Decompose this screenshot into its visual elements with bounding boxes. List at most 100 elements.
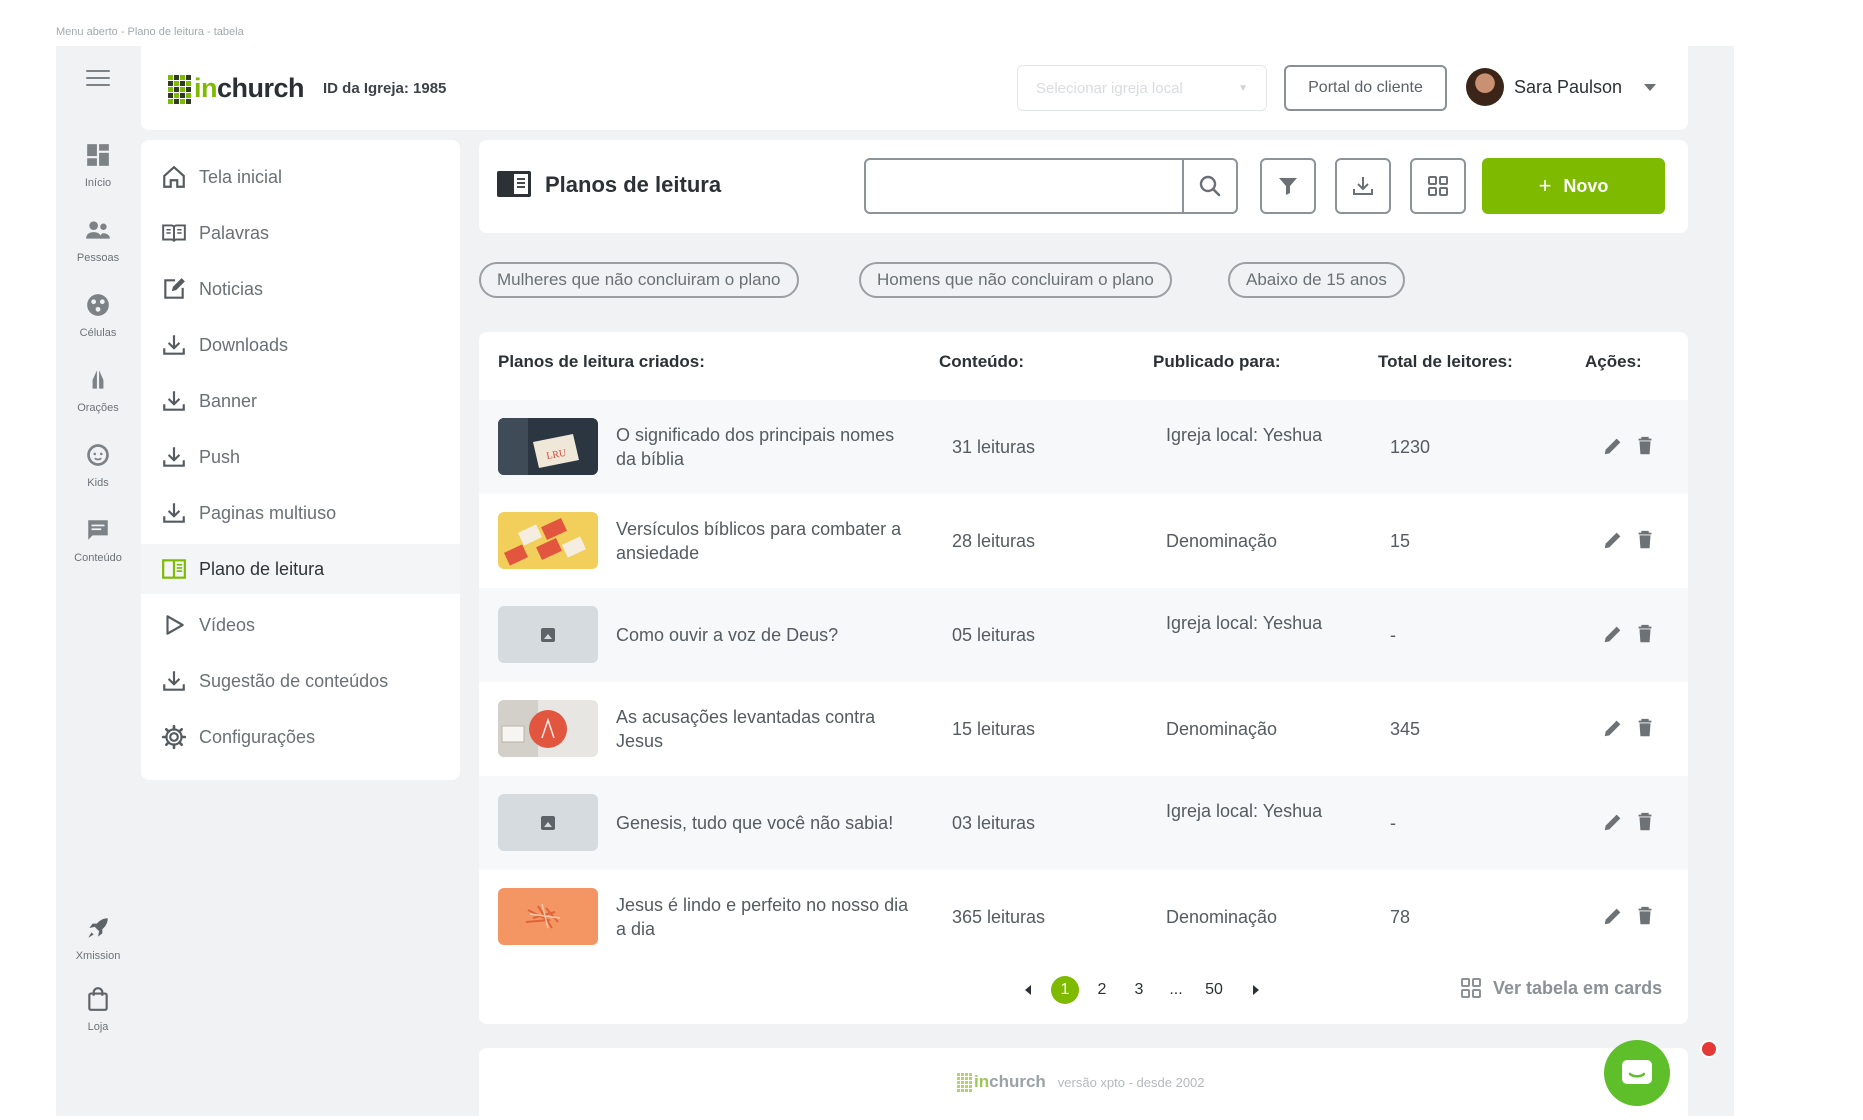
next-page-icon[interactable] [1253,985,1259,995]
view-as-cards-link[interactable]: Ver tabela em cards [1459,976,1662,1000]
new-plan-button[interactable]: + Novo [1482,158,1665,214]
plan-thumbnail-placeholder [498,606,598,663]
edit-button[interactable] [1600,621,1626,647]
app-frame: Início Pessoas Células Orações Kids Cont… [56,46,1734,1116]
filter-button[interactable] [1260,158,1316,214]
menu-item-label: Banner [199,390,258,411]
column-header: Ações: [1585,352,1642,371]
plan-thumbnail [498,888,598,945]
plan-published-for: Denominação [1166,719,1278,739]
table-row[interactable]: Jesus é lindo e perfeito no nosso dia a … [479,870,1688,964]
plan-title: As acusações levantadas contra Jesus [616,707,876,751]
prev-page-icon[interactable] [1025,985,1031,995]
table-row[interactable]: As acusações levantadas contra Jesus 15 … [479,682,1688,776]
people-icon [86,221,110,239]
plan-title: Como ouvir a voz de Deus? [616,625,839,645]
footer-version: versão xpto - desde 2002 [1057,1074,1205,1090]
rail-label: Conteúdo [74,552,122,564]
rail-label: Kids [87,477,109,489]
page-button[interactable]: 50 [1200,976,1228,1004]
image-placeholder-icon [541,627,555,642]
praying-hands-icon [92,370,104,389]
menu-item-label: Noticias [199,278,264,299]
view-as-cards-label: Ver tabela em cards [1493,977,1663,998]
delete-button[interactable] [1632,809,1658,835]
grid-icon [1461,978,1481,998]
menu-item-plano-de-leitura[interactable]: Plano de leitura [141,544,460,594]
user-name: Sara Paulson [1514,76,1623,97]
table-row[interactable]: Versículos bíblicos para combater a ansi… [479,494,1688,588]
rail-label: Células [79,327,117,339]
menu-item-push[interactable]: Push [141,432,460,482]
rail-item-celulas[interactable]: Células [56,292,140,339]
chat-content-icon [88,520,108,540]
menu-item-paginas-multiuso[interactable]: Paginas multiuso [141,488,460,538]
menu-item-noticias[interactable]: Noticias [141,264,460,314]
edit-button[interactable] [1600,809,1626,835]
chat-button[interactable] [1604,1040,1670,1106]
filter-chip[interactable]: Mulheres que não concluiram o plano [479,262,799,298]
rail-label: Início [84,177,112,189]
table-row[interactable]: Genesis, tudo que você não sabia! 03 lei… [479,776,1688,870]
menu-item-banner[interactable]: Banner [141,376,460,426]
user-menu[interactable]: Sara Paulson [1466,68,1657,106]
delete-button[interactable] [1632,715,1658,741]
edit-button[interactable] [1600,715,1626,741]
hamburger-menu-icon[interactable] [86,70,110,88]
table-row[interactable]: LRU O significado dos principais nomes d… [479,400,1688,494]
menu-item-downloads[interactable]: Downloads [141,320,460,370]
plan-total-readers: - [1390,813,1396,833]
search-box [864,158,1238,214]
edit-button[interactable] [1600,903,1626,929]
menu-item-tela-inicial[interactable]: Tela inicial [141,152,460,202]
avatar [1466,68,1504,106]
chevron-down-icon: ▼ [1238,82,1248,94]
pencil-icon [1604,532,1621,549]
rail-item-loja[interactable]: Loja [56,986,140,1033]
delete-button[interactable] [1632,621,1658,647]
rail-item-pessoas[interactable]: Pessoas [56,217,140,264]
rail-item-inicio[interactable]: Início [56,142,140,189]
menu-item-label: Palavras [199,222,270,243]
client-portal-button[interactable]: Portal do cliente [1284,65,1447,111]
trash-icon [1638,436,1652,455]
rail-item-conteudo[interactable]: Conteúdo [56,517,140,564]
local-church-select[interactable]: Selecionar igreja local ▼ [1017,65,1267,111]
plan-total-readers: 1230 [1390,437,1431,457]
plan-content: 365 leituras [952,907,1046,927]
page-button[interactable]: 3 [1125,976,1153,1004]
logo-mark-icon [168,74,191,104]
menu-item-videos[interactable]: Vídeos [141,600,460,650]
filter-chip[interactable]: Homens que não concluiram o plano [859,262,1172,298]
book-icon [162,224,186,242]
plan-content: 28 leituras [952,531,1036,551]
edit-button[interactable] [1600,527,1626,553]
image-placeholder-icon [541,815,555,830]
pencil-icon [1604,908,1621,925]
rail-item-oracoes[interactable]: Orações [56,367,140,414]
menu-item-configuracoes[interactable]: Configurações [141,712,460,762]
filter-chip[interactable]: Abaixo de 15 anos [1228,262,1405,298]
download-icon [163,391,185,411]
delete-button[interactable] [1632,903,1658,929]
page-button[interactable]: 1 [1051,976,1079,1004]
plan-published-for: Denominação [1166,907,1278,927]
search-button[interactable] [1182,160,1236,212]
table-row[interactable]: Como ouvir a voz de Deus? 05 leituras Ig… [479,588,1688,682]
menu-item-palavras[interactable]: Palavras [141,208,460,258]
delete-button[interactable] [1632,433,1658,459]
menu-item-sugestao[interactable]: Sugestão de conteúdos [141,656,460,706]
column-header: Total de leitores: [1378,352,1513,371]
page-button[interactable]: 2 [1088,976,1116,1004]
download-button[interactable] [1335,158,1391,214]
rail-item-xmission[interactable]: Xmission [56,915,140,962]
delete-button[interactable] [1632,527,1658,553]
page-header-card: Planos de leitura + Novo [479,140,1688,233]
column-header: Planos de leitura criados: [498,352,705,371]
search-input[interactable] [866,160,1182,212]
grid-view-button[interactable] [1410,158,1466,214]
edit-button[interactable] [1600,433,1626,459]
rocket-icon [88,918,108,938]
rail-item-kids[interactable]: Kids [56,442,140,489]
inchurch-logo[interactable]: inchurch [168,73,305,104]
